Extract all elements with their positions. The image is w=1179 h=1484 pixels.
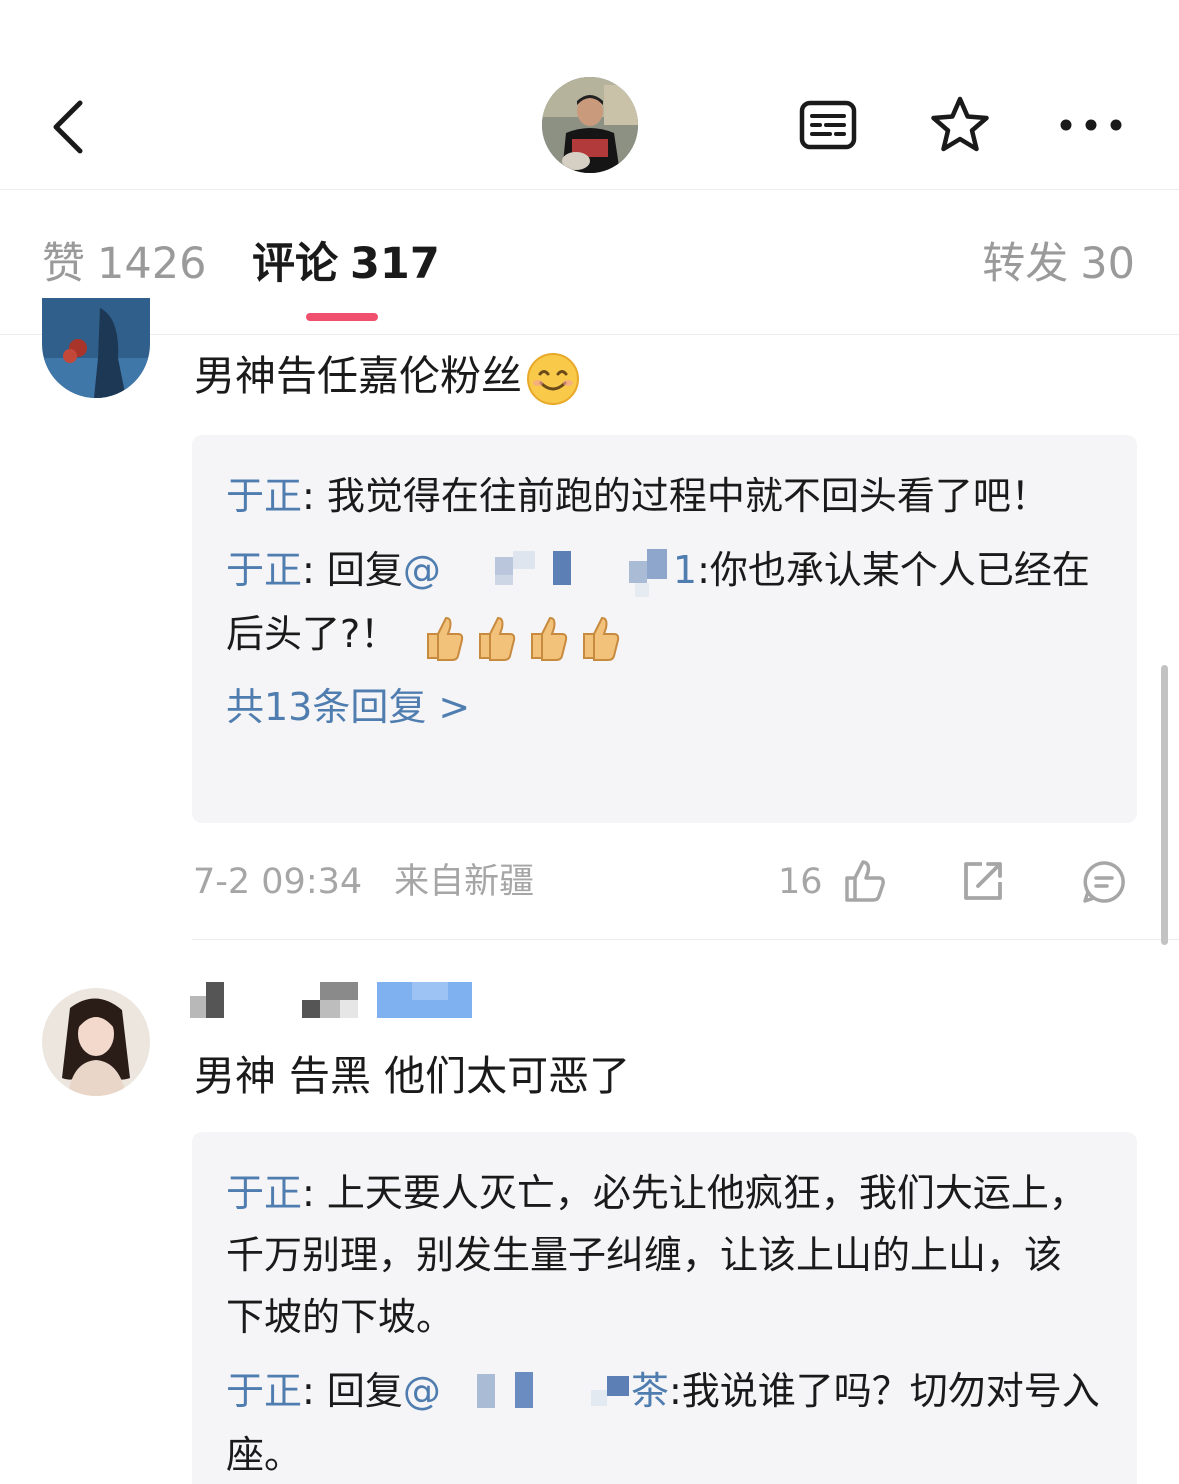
reply-prefix: 回复: [314, 1369, 403, 1413]
redacted-username: [476, 1371, 629, 1408]
mention-link[interactable]: @ 1: [402, 548, 698, 597]
reply-separator: :: [302, 474, 315, 518]
reply-separator: :: [302, 1171, 315, 1215]
smile-emoji: [527, 353, 579, 405]
tab-likes[interactable]: 赞 1426: [42, 238, 206, 290]
reply-item[interactable]: 于正: 上天要人灭亡，必先让他疯狂，我们大运上，千万别理，别发生量子纠缠，让该上…: [226, 1162, 1096, 1348]
redacted-username[interactable]: [186, 978, 476, 1022]
favorite-button[interactable]: [925, 92, 995, 158]
commenter-avatar[interactable]: [42, 988, 150, 1096]
tab-label: 评论: [252, 239, 338, 289]
like-count: 16: [778, 862, 823, 902]
reply-separator: :: [302, 1369, 315, 1413]
commenter-avatar[interactable]: [42, 298, 150, 398]
share-icon[interactable]: [962, 860, 1006, 902]
reply-item[interactable]: 于正: 我觉得在往前跑的过程中就不回头看了吧！: [226, 465, 1103, 527]
comment-time: 7-2 09:34: [193, 862, 363, 902]
reply-text: 我觉得在往前跑的过程中就不回头看了吧！: [314, 474, 1049, 518]
article-icon: [799, 100, 857, 150]
comment-divider: [192, 939, 1179, 940]
tab-label: 赞: [42, 239, 85, 289]
reply-author[interactable]: 于正: [226, 548, 302, 592]
redacted-username: [494, 548, 667, 597]
scrollbar[interactable]: [1161, 665, 1168, 945]
tab-label: 转发: [982, 239, 1069, 289]
mention-at: @: [402, 1369, 441, 1413]
star-icon: [931, 96, 989, 152]
comment-body: 男神告任嘉伦粉丝: [194, 352, 522, 400]
more-options-button[interactable]: [1056, 92, 1126, 158]
mention-end: 茶: [630, 1369, 669, 1413]
reply-comment-icon[interactable]: [1082, 860, 1126, 904]
mention-link[interactable]: @ 茶: [403, 1369, 669, 1413]
tab-count: 1426: [97, 239, 207, 289]
back-button[interactable]: [38, 92, 98, 162]
thumbs-up-emoji: [427, 616, 620, 661]
comment-location: 来自新疆: [394, 862, 535, 902]
chevron-left-icon: [53, 100, 83, 154]
comment-text: 男神告任嘉伦粉丝: [194, 350, 580, 406]
tab-count: 317: [350, 239, 440, 289]
reply-author[interactable]: 于正: [226, 474, 302, 518]
reply-text: 上天要人灭亡，必先让他疯狂，我们大运上，千万别理，别发生量子纠缠，让该上山的上山…: [226, 1171, 1087, 1339]
tab-comments[interactable]: 评论 317: [252, 238, 440, 290]
mention-end: 1: [672, 548, 698, 592]
tab-reposts[interactable]: 转发 30: [982, 238, 1135, 290]
reply-item[interactable]: 于正: 回复@ 茶:我说谁了吗？切勿对号入座。: [226, 1360, 1103, 1484]
article-view-button[interactable]: [793, 92, 863, 158]
comment-text: 男神 告黑 他们太可恶了: [194, 1052, 631, 1100]
like-icon[interactable]: [843, 858, 887, 904]
comment-meta: 7-2 09:34 来自新疆: [193, 860, 534, 904]
active-tab-indicator: [306, 313, 378, 321]
reply-item[interactable]: 于正: 回复@ 1:你也承认某个人已经在后头了?！: [226, 539, 1103, 665]
replies-box[interactable]: 于正: 上天要人灭亡，必先让他疯狂，我们大运上，千万别理，别发生量子纠缠，让该上…: [192, 1132, 1137, 1484]
author-avatar[interactable]: [542, 77, 638, 173]
tab-count: 30: [1080, 239, 1135, 289]
mention-at: @: [402, 548, 441, 592]
view-all-replies-link[interactable]: 共13条回复 >: [226, 677, 1103, 737]
reply-author[interactable]: 于正: [226, 1369, 302, 1413]
reply-separator: :: [302, 548, 315, 592]
more-icon: [1060, 119, 1122, 131]
reply-prefix: 回复: [314, 548, 403, 592]
reply-author[interactable]: 于正: [226, 1171, 302, 1215]
top-navigation-bar: [0, 0, 1179, 190]
replies-box[interactable]: 于正: 我觉得在往前跑的过程中就不回头看了吧！ 于正: 回复@ 1:你也承认某个…: [192, 435, 1137, 823]
